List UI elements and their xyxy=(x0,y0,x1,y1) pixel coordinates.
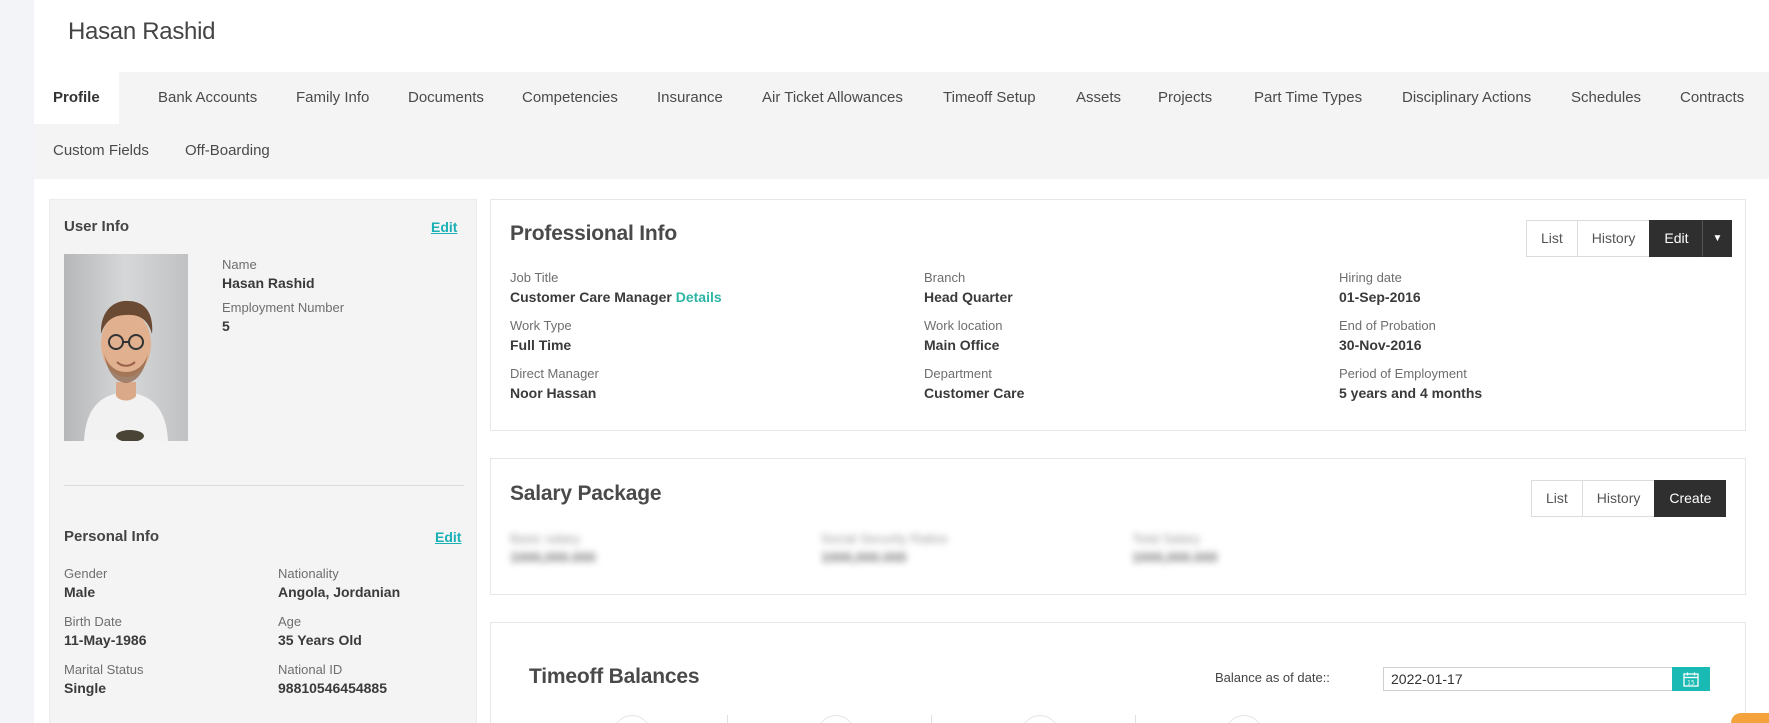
department-value: Customer Care xyxy=(924,385,1025,401)
avatar xyxy=(64,254,188,441)
direct-manager-label: Direct Manager xyxy=(510,366,599,381)
tab-custom-fields[interactable]: Custom Fields xyxy=(34,125,168,177)
calendar-button[interactable]: 15 xyxy=(1672,667,1710,691)
tab-family-info[interactable]: Family Info xyxy=(277,72,388,124)
user-info-edit-link[interactable]: Edit xyxy=(431,219,457,235)
hiring-date-label: Hiring date xyxy=(1339,270,1402,285)
gender-label: Gender xyxy=(64,566,108,581)
job-title-value: Customer Care Manager xyxy=(510,289,672,305)
tab-bank-accounts[interactable]: Bank Accounts xyxy=(139,72,276,124)
chevron-down-icon[interactable]: ▼ xyxy=(1702,220,1733,257)
calendar-icon: 15 xyxy=(1683,672,1699,687)
salary-package-title: Salary Package xyxy=(510,482,662,505)
gender-value: Male xyxy=(64,584,96,600)
tab-schedules[interactable]: Schedules xyxy=(1552,72,1660,124)
age-label: Age xyxy=(278,614,302,629)
user-info-title: User Info xyxy=(64,218,130,235)
work-location-label: Work location xyxy=(924,318,1003,333)
department-label: Department xyxy=(924,366,992,381)
left-sidebar-strip xyxy=(0,0,34,723)
balance-as-of-date-label: Balance as of date:: xyxy=(1215,670,1330,685)
svg-text:15: 15 xyxy=(1687,679,1695,686)
tab-contracts[interactable]: Contracts xyxy=(1661,72,1763,124)
tab-off-boarding[interactable]: Off-Boarding xyxy=(166,125,289,177)
user-info-card: User Info Edit Name Hasan Rashid Employm… xyxy=(49,199,477,723)
job-title-label: Job Title xyxy=(510,270,559,285)
page-title: Hasan Rashid xyxy=(68,18,216,45)
balance-separator xyxy=(727,715,728,723)
personal-info-edit-link[interactable]: Edit xyxy=(435,529,461,545)
profile-page: Hasan Rashid Profile Bank Accounts Famil… xyxy=(34,0,1769,723)
end-of-probation-value: 30-Nov-2016 xyxy=(1339,337,1422,353)
tab-profile[interactable]: Profile xyxy=(34,72,119,124)
professional-info-title: Professional Info xyxy=(510,222,677,245)
salary-package-card: Salary Package List History Create Basic… xyxy=(490,458,1746,595)
period-of-employment-value: 5 years and 4 months xyxy=(1339,385,1483,401)
tab-timeoff-setup[interactable]: Timeoff Setup xyxy=(924,72,1055,124)
professional-info-actions: List History Edit ▼ xyxy=(1526,220,1733,257)
blurred-basic-salary-value: 1000,000.000 xyxy=(510,549,596,565)
work-location-value: Main Office xyxy=(924,337,1000,353)
job-title-details-link[interactable]: Details xyxy=(676,289,722,305)
name-value: Hasan Rashid xyxy=(222,275,315,291)
marital-status-label: Marital Status xyxy=(64,662,144,677)
salary-create-button[interactable]: Create xyxy=(1654,480,1727,517)
work-type-label: Work Type xyxy=(510,318,572,333)
salary-list-button[interactable]: List xyxy=(1531,480,1583,517)
blurred-total-salary-label: Total Salary xyxy=(1132,531,1200,546)
work-type-value: Full Time xyxy=(510,337,572,353)
balance-separator xyxy=(931,715,932,723)
end-of-probation-label: End of Probation xyxy=(1339,318,1436,333)
hiring-date-value: 01-Sep-2016 xyxy=(1339,289,1421,305)
tab-documents[interactable]: Documents xyxy=(389,72,503,124)
national-id-value: 98810546454885 xyxy=(278,680,388,696)
balance-chart-circle xyxy=(613,715,651,723)
help-widget-button[interactable] xyxy=(1731,713,1769,723)
avatar-photo-icon xyxy=(64,254,188,441)
balance-chart-circle xyxy=(817,715,855,723)
tab-competencies[interactable]: Competencies xyxy=(503,72,637,124)
nationality-value: Angola, Jordanian xyxy=(278,584,401,600)
tab-insurance[interactable]: Insurance xyxy=(638,72,742,124)
tab-air-ticket-allowances[interactable]: Air Ticket Allowances xyxy=(743,72,922,124)
personal-info-title: Personal Info xyxy=(64,528,160,545)
branch-value: Head Quarter xyxy=(924,289,1013,305)
blurred-social-security-value: 1000,000.000 xyxy=(821,549,907,565)
blurred-total-salary-value: 1000,000.000 xyxy=(1132,549,1218,565)
direct-manager-value: Noor Hassan xyxy=(510,385,597,401)
birth-date-label: Birth Date xyxy=(64,614,122,629)
tab-part-time-types[interactable]: Part Time Types xyxy=(1235,72,1381,124)
name-label: Name xyxy=(222,257,257,272)
tab-disciplinary-actions[interactable]: Disciplinary Actions xyxy=(1383,72,1550,124)
national-id-label: National ID xyxy=(278,662,343,677)
tab-projects[interactable]: Projects xyxy=(1139,72,1231,124)
salary-package-actions: List History Create xyxy=(1531,480,1727,517)
employment-number-label: Employment Number xyxy=(222,300,345,315)
nationality-label: Nationality xyxy=(278,566,339,581)
section-divider xyxy=(64,485,464,486)
timeoff-balances-card: Timeoff Balances Balance as of date:: 15 xyxy=(490,622,1746,723)
timeoff-balances-title: Timeoff Balances xyxy=(529,665,700,688)
list-button[interactable]: List xyxy=(1526,220,1578,257)
page-header: Hasan Rashid xyxy=(34,0,1769,72)
marital-status-value: Single xyxy=(64,680,107,696)
branch-label: Branch xyxy=(924,270,966,285)
salary-history-button[interactable]: History xyxy=(1581,480,1656,517)
balance-chart-circle xyxy=(1021,715,1059,723)
job-title-row: Customer Care Manager Details xyxy=(510,289,722,305)
birth-date-value: 11-May-1986 xyxy=(64,632,147,648)
balance-separator xyxy=(1135,715,1136,723)
employment-number-value: 5 xyxy=(222,318,230,334)
period-of-employment-label: Period of Employment xyxy=(1339,366,1467,381)
history-button[interactable]: History xyxy=(1576,220,1651,257)
balance-date-input[interactable] xyxy=(1383,667,1673,691)
tab-assets[interactable]: Assets xyxy=(1057,72,1140,124)
balance-chart-circle xyxy=(1225,715,1263,723)
professional-info-card: Professional Info List History Edit ▼ Jo… xyxy=(490,199,1746,431)
blurred-social-security-label: Social Security Ratios xyxy=(821,531,948,546)
age-value: 35 Years Old xyxy=(278,632,362,648)
edit-button[interactable]: Edit xyxy=(1649,220,1704,257)
profile-tabs: Profile Bank Accounts Family Info Docume… xyxy=(34,72,1769,179)
blurred-basic-salary-label: Basic salary xyxy=(510,531,581,546)
